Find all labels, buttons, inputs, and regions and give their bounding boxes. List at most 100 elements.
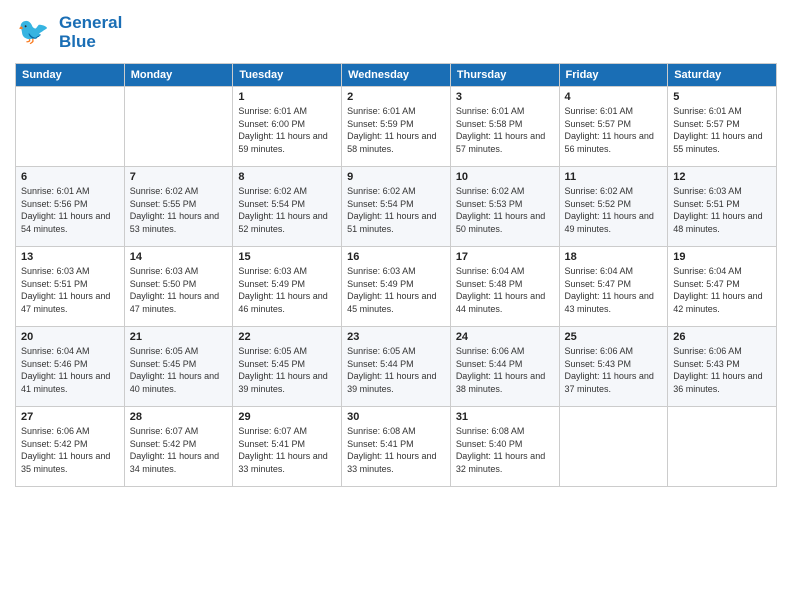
day-number: 10	[456, 171, 554, 183]
calendar-cell: 30Sunrise: 6:08 AM Sunset: 5:41 PM Dayli…	[342, 407, 451, 487]
calendar-cell: 9 Sunrise: 6:02 AM Sunset: 5:54 PM Daylig…	[342, 167, 451, 247]
calendar-cell: 20 Sunrise: 6:04 AM Sunset: 5:46 PM Dayli…	[16, 327, 125, 407]
calendar-cell	[16, 87, 125, 167]
day-number: 14	[130, 251, 228, 263]
day-info: Sunrise: 6:06 AM Sunset: 5:42 PM Dayligh…	[21, 425, 119, 475]
calendar-cell: 15 Sunrise: 6:03 AM Sunset: 5:49 PM Dayli…	[233, 247, 342, 327]
calendar-cell: 14 Sunrise: 6:03 AM Sunset: 5:50 PM Dayli…	[124, 247, 233, 327]
weekday-header: Sunday	[16, 64, 125, 87]
calendar-cell: 29 Sunrise: 6:07 AM Sunset: 5:41 PM Dayli…	[233, 407, 342, 487]
day-info: Sunrise: 6:01 AM Sunset: 6:00 PM Dayligh…	[238, 105, 336, 155]
day-number: 21	[130, 331, 228, 343]
day-number: 2	[347, 91, 445, 103]
day-info: Sunrise: 6:02 AM Sunset: 5:55 PM Dayligh…	[130, 185, 228, 235]
calendar-cell: 4 Sunrise: 6:01 AM Sunset: 5:57 PM Daylig…	[559, 87, 668, 167]
day-number: 28	[130, 411, 228, 423]
logo-icon: 🐦	[15, 10, 55, 55]
day-info: Sunrise: 6:01 AM Sunset: 5:57 PM Dayligh…	[565, 105, 663, 155]
day-number: 18	[565, 251, 663, 263]
weekday-header: Saturday	[668, 64, 777, 87]
calendar-cell: 10Sunrise: 6:02 AM Sunset: 5:53 PM Dayli…	[450, 167, 559, 247]
day-number: 20	[21, 331, 119, 343]
day-info: Sunrise: 6:04 AM Sunset: 5:46 PM Dayligh…	[21, 345, 119, 395]
calendar-cell: 5Sunrise: 6:01 AM Sunset: 5:57 PM Daylig…	[668, 87, 777, 167]
day-info: Sunrise: 6:04 AM Sunset: 5:47 PM Dayligh…	[565, 265, 663, 315]
day-info: Sunrise: 6:02 AM Sunset: 5:52 PM Dayligh…	[565, 185, 663, 235]
calendar-week-row: 13Sunrise: 6:03 AM Sunset: 5:51 PM Dayli…	[16, 247, 777, 327]
logo-line1: General	[59, 14, 122, 33]
calendar-week-row: 20 Sunrise: 6:04 AM Sunset: 5:46 PM Dayli…	[16, 327, 777, 407]
day-info: Sunrise: 6:04 AM Sunset: 5:48 PM Dayligh…	[456, 265, 554, 315]
calendar-cell: 6Sunrise: 6:01 AM Sunset: 5:56 PM Daylig…	[16, 167, 125, 247]
header: 🐦 General Blue	[15, 10, 777, 55]
day-info: Sunrise: 6:02 AM Sunset: 5:54 PM Dayligh…	[347, 185, 445, 235]
day-number: 5	[673, 91, 771, 103]
calendar-cell: 24 Sunrise: 6:06 AM Sunset: 5:44 PM Dayli…	[450, 327, 559, 407]
day-info: Sunrise: 6:07 AM Sunset: 5:41 PM Dayligh…	[238, 425, 336, 475]
weekday-header: Friday	[559, 64, 668, 87]
day-info: Sunrise: 6:01 AM Sunset: 5:59 PM Dayligh…	[347, 105, 445, 155]
calendar-cell: 26 Sunrise: 6:06 AM Sunset: 5:43 PM Dayli…	[668, 327, 777, 407]
svg-text:🐦: 🐦	[17, 16, 49, 46]
calendar-cell: 8Sunrise: 6:02 AM Sunset: 5:54 PM Daylig…	[233, 167, 342, 247]
day-number: 4	[565, 91, 663, 103]
logo-line2: Blue	[59, 33, 122, 52]
day-number: 24	[456, 331, 554, 343]
calendar-cell: 23 Sunrise: 6:05 AM Sunset: 5:44 PM Dayli…	[342, 327, 451, 407]
calendar-table: SundayMondayTuesdayWednesdayThursdayFrid…	[15, 63, 777, 487]
day-number: 16	[347, 251, 445, 263]
day-number: 15	[238, 251, 336, 263]
weekday-header: Tuesday	[233, 64, 342, 87]
day-number: 7	[130, 171, 228, 183]
day-number: 31	[456, 411, 554, 423]
day-number: 22	[238, 331, 336, 343]
day-number: 6	[21, 171, 119, 183]
day-info: Sunrise: 6:05 AM Sunset: 5:44 PM Dayligh…	[347, 345, 445, 395]
day-number: 29	[238, 411, 336, 423]
day-number: 12	[673, 171, 771, 183]
day-number: 1	[238, 91, 336, 103]
calendar-cell: 1 Sunrise: 6:01 AM Sunset: 6:00 PM Daylig…	[233, 87, 342, 167]
calendar-cell: 31 Sunrise: 6:08 AM Sunset: 5:40 PM Dayli…	[450, 407, 559, 487]
day-number: 27	[21, 411, 119, 423]
calendar-week-row: 27 Sunrise: 6:06 AM Sunset: 5:42 PM Dayli…	[16, 407, 777, 487]
day-info: Sunrise: 6:06 AM Sunset: 5:43 PM Dayligh…	[673, 345, 771, 395]
calendar-cell: 19Sunrise: 6:04 AM Sunset: 5:47 PM Dayli…	[668, 247, 777, 327]
day-number: 11	[565, 171, 663, 183]
calendar-cell	[124, 87, 233, 167]
calendar-week-row: 6Sunrise: 6:01 AM Sunset: 5:56 PM Daylig…	[16, 167, 777, 247]
day-info: Sunrise: 6:03 AM Sunset: 5:51 PM Dayligh…	[21, 265, 119, 315]
day-number: 9	[347, 171, 445, 183]
calendar-cell	[668, 407, 777, 487]
calendar-cell: 2 Sunrise: 6:01 AM Sunset: 5:59 PM Daylig…	[342, 87, 451, 167]
day-info: Sunrise: 6:05 AM Sunset: 5:45 PM Dayligh…	[238, 345, 336, 395]
calendar-cell: 18 Sunrise: 6:04 AM Sunset: 5:47 PM Dayli…	[559, 247, 668, 327]
day-info: Sunrise: 6:04 AM Sunset: 5:47 PM Dayligh…	[673, 265, 771, 315]
day-number: 26	[673, 331, 771, 343]
logo: 🐦 General Blue	[15, 10, 122, 55]
day-info: Sunrise: 6:06 AM Sunset: 5:44 PM Dayligh…	[456, 345, 554, 395]
day-number: 23	[347, 331, 445, 343]
day-number: 3	[456, 91, 554, 103]
calendar-cell: 16Sunrise: 6:03 AM Sunset: 5:49 PM Dayli…	[342, 247, 451, 327]
calendar-cell: 12 Sunrise: 6:03 AM Sunset: 5:51 PM Dayli…	[668, 167, 777, 247]
weekday-header: Thursday	[450, 64, 559, 87]
day-number: 17	[456, 251, 554, 263]
calendar-cell: 21 Sunrise: 6:05 AM Sunset: 5:45 PM Dayli…	[124, 327, 233, 407]
day-number: 8	[238, 171, 336, 183]
day-info: Sunrise: 6:07 AM Sunset: 5:42 PM Dayligh…	[130, 425, 228, 475]
day-info: Sunrise: 6:03 AM Sunset: 5:50 PM Dayligh…	[130, 265, 228, 315]
calendar-container: 🐦 General Blue SundayMondayTuesdayWednes…	[0, 0, 792, 612]
weekday-header: Monday	[124, 64, 233, 87]
day-number: 25	[565, 331, 663, 343]
day-number: 30	[347, 411, 445, 423]
weekday-header: Wednesday	[342, 64, 451, 87]
day-info: Sunrise: 6:05 AM Sunset: 5:45 PM Dayligh…	[130, 345, 228, 395]
calendar-cell	[559, 407, 668, 487]
calendar-header-row: SundayMondayTuesdayWednesdayThursdayFrid…	[16, 64, 777, 87]
day-info: Sunrise: 6:01 AM Sunset: 5:58 PM Dayligh…	[456, 105, 554, 155]
day-info: Sunrise: 6:03 AM Sunset: 5:49 PM Dayligh…	[238, 265, 336, 315]
day-info: Sunrise: 6:08 AM Sunset: 5:40 PM Dayligh…	[456, 425, 554, 475]
day-info: Sunrise: 6:03 AM Sunset: 5:51 PM Dayligh…	[673, 185, 771, 235]
calendar-week-row: 1 Sunrise: 6:01 AM Sunset: 6:00 PM Daylig…	[16, 87, 777, 167]
